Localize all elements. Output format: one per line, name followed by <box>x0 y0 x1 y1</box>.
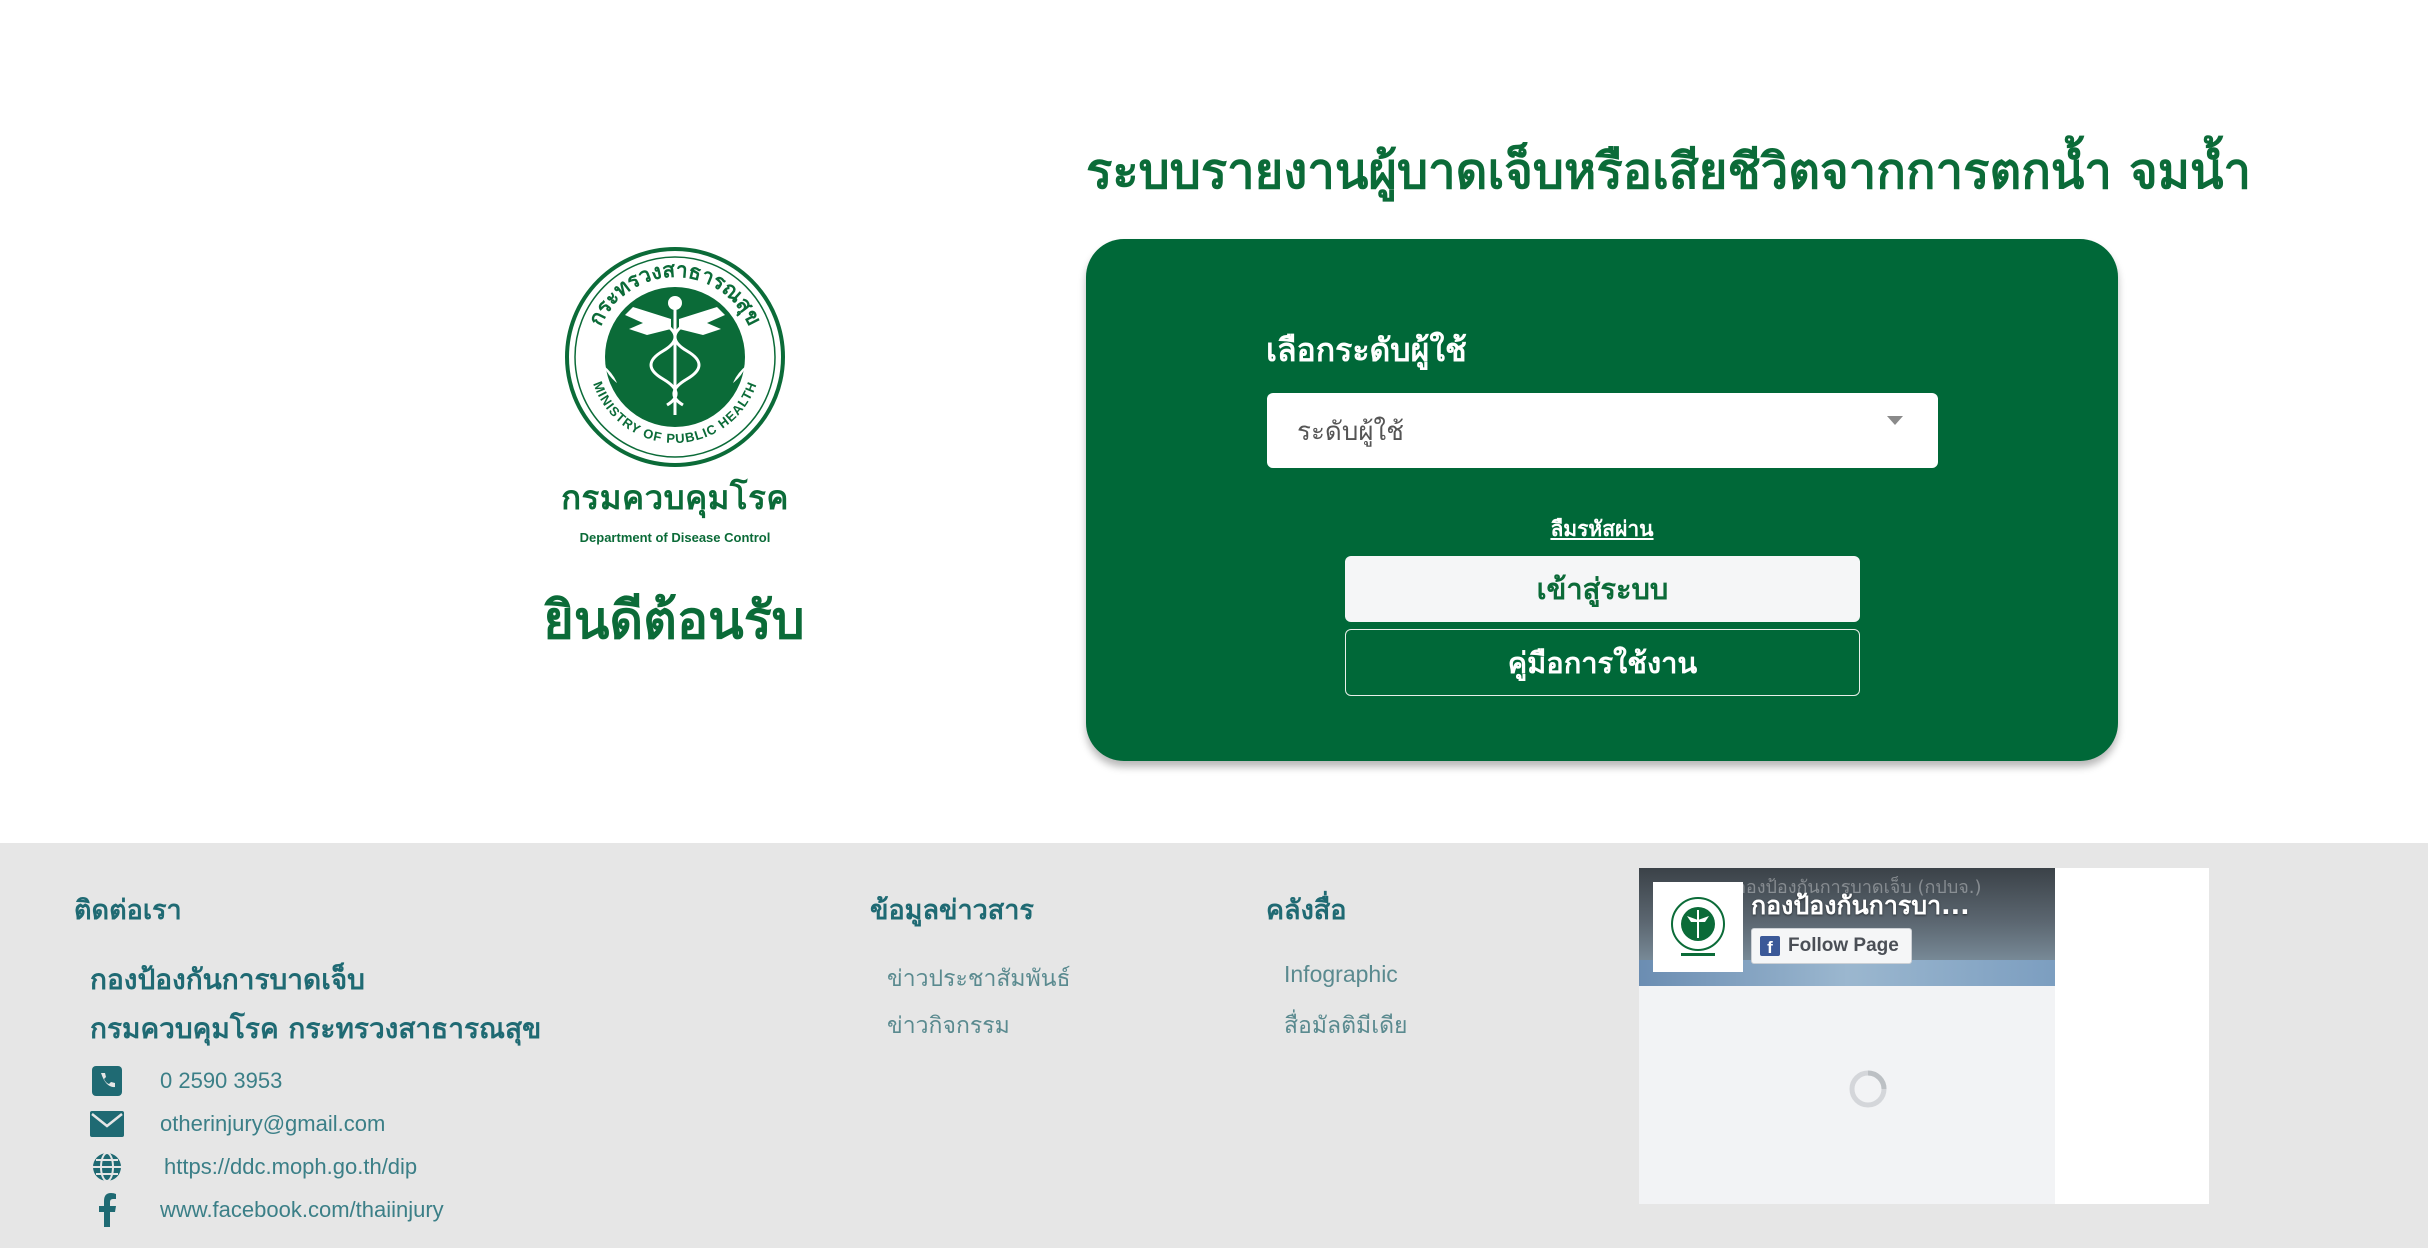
org-name-line2: กรมควบคุมโรค กระทรวงสาธารณสุข <box>90 1012 542 1045</box>
facebook-logo-icon: f <box>1760 936 1780 956</box>
facebook-page-name[interactable]: กองป้องกันการบา... <box>1751 886 2051 926</box>
facebook-icon <box>90 1193 124 1227</box>
facebook-page-avatar[interactable] <box>1653 882 1743 972</box>
user-manual-button[interactable]: คู่มือการใช้งาน <box>1345 629 1860 696</box>
news-link-pr[interactable]: ข่าวประชาสัมพันธ์ <box>887 961 1071 997</box>
user-level-label: เลือกระดับผู้ใช้ <box>1266 331 1467 369</box>
org-name-line1: กองป้องกันการบาดเจ็บ <box>90 963 365 996</box>
loading-spinner-icon <box>1849 1070 1887 1108</box>
globe-icon <box>90 1150 124 1184</box>
user-level-select[interactable]: ระดับผู้ใช้ <box>1267 393 1938 468</box>
contact-facebook-text[interactable]: www.facebook.com/thaiinjury <box>160 1197 444 1223</box>
chevron-down-icon <box>1887 416 1903 425</box>
phone-icon <box>90 1064 124 1098</box>
contact-facebook[interactable]: www.facebook.com/thaiinjury <box>90 1192 444 1228</box>
media-link-multimedia[interactable]: สื่อมัลติมีเดีย <box>1284 1008 1407 1044</box>
facebook-page-widget[interactable]: กองป้องกันการบาดเจ็บ (กปบจ.) กองป้องกันก… <box>1639 868 2209 1204</box>
department-name-en: Department of Disease Control <box>579 530 771 545</box>
page-title: ระบบรายงานผู้บาดเจ็บหรือเสียชีวิตจากการต… <box>1086 143 2252 200</box>
forgot-password-link[interactable]: ลืมรหัสผ่าน <box>1086 513 2118 546</box>
user-level-select-value: ระดับผู้ใช้ <box>1297 417 1404 447</box>
media-link-infographic[interactable]: Infographic <box>1284 961 1398 988</box>
news-heading: ข้อมูลข่าวสาร <box>870 895 1034 926</box>
facebook-widget-body: กองป้องกันการบาดเจ็บ (กปบจ.) กองป้องกันก… <box>1639 868 2055 1204</box>
news-link-activities[interactable]: ข่าวกิจกรรม <box>887 1008 1010 1044</box>
facebook-follow-label: Follow Page <box>1788 935 1899 956</box>
ministry-seal-icon: กระทรวงสาธารณสุข MINISTRY OF PUBLIC HEAL… <box>565 247 785 467</box>
ministry-seal-small-icon <box>1671 897 1725 956</box>
contact-phone: 0 2590 3953 <box>90 1063 282 1099</box>
contact-email[interactable]: otherinjury@gmail.com <box>90 1106 385 1142</box>
contact-website-text[interactable]: https://ddc.moph.go.th/dip <box>164 1154 417 1180</box>
media-heading: คลังสื่อ <box>1266 895 1347 926</box>
login-card: เลือกระดับผู้ใช้ ระดับผู้ใช้ ลืมรหัสผ่าน… <box>1086 239 2118 761</box>
login-button[interactable]: เข้าสู่ระบบ <box>1345 556 1860 622</box>
welcome-text: ยินดีต้อนรับ <box>543 591 805 651</box>
contact-website[interactable]: https://ddc.moph.go.th/dip <box>90 1149 417 1185</box>
envelope-icon <box>90 1107 124 1141</box>
contact-phone-text: 0 2590 3953 <box>160 1068 283 1093</box>
department-name-th: กรมควบคุมโรค <box>561 478 789 517</box>
facebook-cover-image[interactable]: กองป้องกันการบาดเจ็บ (กปบจ.) กองป้องกันก… <box>1639 868 2055 986</box>
facebook-follow-button[interactable]: f Follow Page <box>1751 928 1912 964</box>
department-logo: กระทรวงสาธารณสุข MINISTRY OF PUBLIC HEAL… <box>540 245 810 545</box>
contact-email-text[interactable]: otherinjury@gmail.com <box>160 1111 385 1137</box>
contact-heading: ติดต่อเรา <box>74 895 182 926</box>
